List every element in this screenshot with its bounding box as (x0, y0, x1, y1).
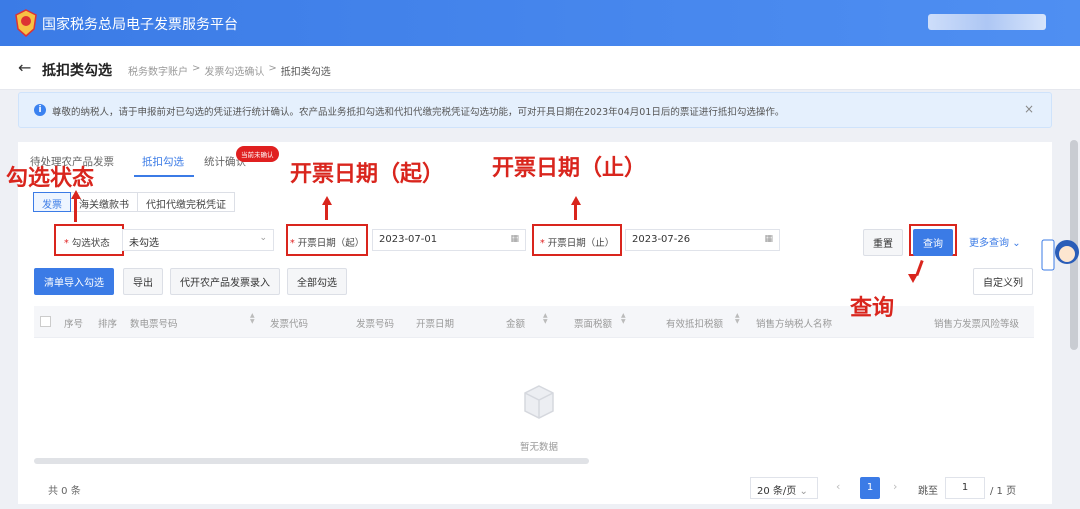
next-page-icon[interactable]: › (893, 480, 897, 493)
col-header-index: 序号 (64, 319, 84, 330)
notice-text: 尊敬的纳税人，请于申报前对已勾选的凭证进行统计确认。农产品业务抵扣勾选和代扣代缴… (52, 107, 785, 118)
chevron-down-icon: ⌄ (799, 486, 808, 497)
prev-page-icon[interactable]: ‹ (836, 480, 840, 493)
horizontal-scrollbar[interactable] (34, 458, 589, 464)
col-header-invoice-no: 发票号码 (356, 319, 395, 330)
breadcrumb-item[interactable]: 税务数字账户 (128, 63, 188, 78)
page-number-current[interactable]: 1 (860, 477, 880, 499)
page-title: 抵扣类勾选 (42, 63, 112, 79)
col-header-invoice-code: 发票代码 (270, 319, 309, 330)
unconfirmed-badge: 当前未确认 (236, 146, 279, 162)
required-mark: * (64, 238, 69, 249)
status-select-value: 未勾选 (129, 238, 159, 249)
required-mark: * (540, 238, 545, 249)
page-size-value: 20 条/页 (757, 486, 797, 497)
start-date-value: 2023-07-01 (379, 234, 438, 245)
user-info-blurred[interactable] (928, 14, 1046, 30)
col-header-seller-name: 销售方纳税人名称 (756, 319, 833, 330)
breadcrumb-item[interactable]: 发票勾选确认 (204, 63, 264, 78)
segment-withholding[interactable]: 代扣代缴完税凭证 (137, 192, 235, 212)
required-mark: * (290, 238, 295, 249)
jump-page-input[interactable]: 1 (945, 477, 985, 499)
chevron-down-icon: ⌄ (259, 233, 267, 243)
close-icon[interactable]: × (1024, 102, 1034, 116)
status-label-text: 勾选状态 (71, 238, 110, 249)
col-header-risk-level: 发票风险等级 (962, 319, 1020, 330)
annotation-status: 勾选状态 (6, 166, 95, 191)
end-date-label: * 开票日期（止） (540, 235, 614, 249)
start-date-label: * 开票日期（起） (290, 235, 364, 249)
col-header-face-tax[interactable]: 票面税额 (574, 316, 612, 330)
annotation-start-date: 开票日期（起） (290, 162, 445, 187)
annotation-query: 查询 (850, 296, 895, 321)
col-header-valid-deduct-tax[interactable]: 有效抵扣税额 (666, 316, 723, 330)
start-date-label-text: 开票日期（起） (297, 238, 365, 249)
total-count: 共 0 条 (48, 486, 81, 497)
sort-icon[interactable]: ▲ ▼ (621, 313, 626, 325)
segment-invoice[interactable]: 发票 (33, 192, 71, 212)
sort-icon[interactable]: ▲ ▼ (543, 313, 548, 325)
breadcrumb-current: 抵扣类勾选 (280, 67, 331, 78)
sort-icon[interactable]: ▲ ▼ (735, 313, 740, 325)
status-label: * 勾选状态 (64, 235, 110, 249)
end-date-value: 2023-07-26 (632, 234, 691, 245)
reset-button[interactable]: 重置 (863, 229, 903, 256)
app-title: 国家税务总局电子发票服务平台 (42, 17, 238, 33)
more-query-label: 更多查询 (969, 238, 1009, 249)
more-query-link[interactable]: 更多查询 ⌄ (969, 234, 1021, 249)
select-all-checkbox[interactable] (40, 316, 51, 327)
col-header-issue-date: 开票日期 (416, 319, 455, 330)
assistant-mascot-icon[interactable] (1040, 232, 1080, 274)
calendar-icon: ▦ (510, 234, 519, 244)
start-date-input[interactable]: 2023-07-01 ▦ (372, 229, 526, 251)
status-select[interactable]: 未勾选 ⌄ (122, 229, 274, 251)
end-date-input[interactable]: 2023-07-26 ▦ (625, 229, 780, 251)
agri-invoice-entry-button[interactable]: 代开农产品发票录入 (170, 268, 280, 295)
breadcrumb: 税务数字账户 > 发票勾选确认 > 抵扣类勾选 (128, 63, 331, 78)
page-size-select[interactable]: 20 条/页 ⌄ (750, 477, 818, 499)
total-pages: / 1 页 (990, 486, 1017, 497)
sort-icon[interactable]: ▲ ▼ (250, 313, 255, 325)
col-header-digital-invoice-no[interactable]: 数电票号码 (130, 316, 178, 330)
breadcrumb-separator: > (268, 63, 277, 74)
info-icon: i (34, 104, 46, 116)
tax-emblem-logo (15, 9, 37, 37)
empty-state-text: 暂无数据 (520, 442, 559, 453)
export-button[interactable]: 导出 (123, 268, 163, 295)
col-header-amount[interactable]: 金额 (506, 316, 525, 330)
select-all-button[interactable]: 全部勾选 (287, 268, 347, 295)
back-arrow-icon[interactable]: ← (18, 58, 31, 77)
col-header-seller: 销售方 (934, 319, 963, 330)
chevron-down-icon: ⌄ (1012, 238, 1021, 249)
import-select-button[interactable]: 清单导入勾选 (34, 268, 114, 295)
tab-deduct-select[interactable]: 抵扣勾选 (134, 152, 194, 177)
jump-label: 跳至 (918, 486, 938, 497)
annotation-arrow-stem (74, 198, 77, 222)
calendar-icon: ▦ (764, 234, 773, 244)
annotation-arrow-stem (574, 204, 577, 220)
custom-columns-button[interactable]: 自定义列 (973, 268, 1033, 295)
voucher-type-segment: 发票 海关缴款书 代扣代缴完税凭证 (33, 192, 235, 212)
annotation-end-date: 开票日期（止） (492, 156, 647, 181)
breadcrumb-separator: > (192, 63, 201, 74)
empty-box-icon (524, 385, 554, 419)
col-header-sort: 排序 (98, 319, 118, 330)
query-button[interactable]: 查询 (913, 229, 953, 256)
end-date-label-text: 开票日期（止） (547, 238, 615, 249)
annotation-arrow-stem (325, 204, 328, 220)
annotation-arrow (908, 274, 918, 283)
